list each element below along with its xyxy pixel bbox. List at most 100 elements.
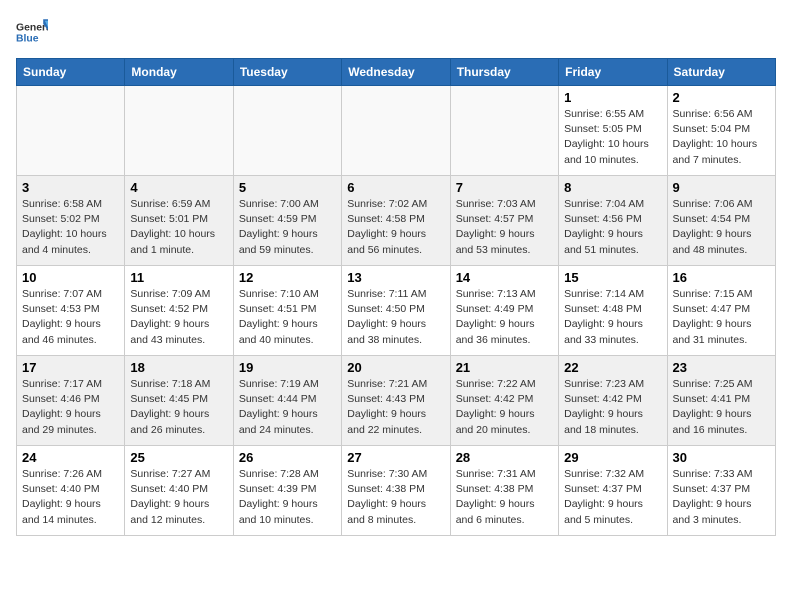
day-of-week-header: Tuesday xyxy=(233,59,341,86)
day-info: Sunrise: 7:06 AM Sunset: 4:54 PM Dayligh… xyxy=(673,197,770,258)
day-number: 3 xyxy=(22,180,119,195)
day-info: Sunrise: 6:55 AM Sunset: 5:05 PM Dayligh… xyxy=(564,107,661,168)
day-info: Sunrise: 7:18 AM Sunset: 4:45 PM Dayligh… xyxy=(130,377,227,438)
day-number: 26 xyxy=(239,450,336,465)
logo: General Blue xyxy=(16,16,48,48)
day-of-week-header: Friday xyxy=(559,59,667,86)
calendar-day-cell xyxy=(450,86,558,176)
calendar-day-cell: 20 Sunrise: 7:21 AM Sunset: 4:43 PM Dayli… xyxy=(342,356,450,446)
day-number: 8 xyxy=(564,180,661,195)
calendar-day-cell: 18 Sunrise: 7:18 AM Sunset: 4:45 PM Dayli… xyxy=(125,356,233,446)
calendar-week-row: 1 Sunrise: 6:55 AM Sunset: 5:05 PM Daylig… xyxy=(17,86,776,176)
day-number: 16 xyxy=(673,270,770,285)
calendar-day-cell: 23 Sunrise: 7:25 AM Sunset: 4:41 PM Dayli… xyxy=(667,356,775,446)
day-number: 17 xyxy=(22,360,119,375)
day-info: Sunrise: 7:30 AM Sunset: 4:38 PM Dayligh… xyxy=(347,467,444,528)
calendar-day-cell: 6 Sunrise: 7:02 AM Sunset: 4:58 PM Daylig… xyxy=(342,176,450,266)
calendar-day-cell: 12 Sunrise: 7:10 AM Sunset: 4:51 PM Dayli… xyxy=(233,266,341,356)
calendar-day-cell xyxy=(233,86,341,176)
day-info: Sunrise: 7:19 AM Sunset: 4:44 PM Dayligh… xyxy=(239,377,336,438)
svg-text:General: General xyxy=(16,22,48,33)
calendar-day-cell: 1 Sunrise: 6:55 AM Sunset: 5:05 PM Daylig… xyxy=(559,86,667,176)
calendar-day-cell: 8 Sunrise: 7:04 AM Sunset: 4:56 PM Daylig… xyxy=(559,176,667,266)
day-info: Sunrise: 7:32 AM Sunset: 4:37 PM Dayligh… xyxy=(564,467,661,528)
calendar-day-cell: 22Sunrise: 7:23 AM Sunset: 4:42 PM Dayli… xyxy=(559,356,667,446)
day-info: Sunrise: 7:33 AM Sunset: 4:37 PM Dayligh… xyxy=(673,467,770,528)
calendar-day-cell: 2Sunrise: 6:56 AM Sunset: 5:04 PM Daylig… xyxy=(667,86,775,176)
calendar-week-row: 3 Sunrise: 6:58 AM Sunset: 5:02 PM Daylig… xyxy=(17,176,776,266)
day-of-week-header: Wednesday xyxy=(342,59,450,86)
calendar-day-cell: 10 Sunrise: 7:07 AM Sunset: 4:53 PM Dayli… xyxy=(17,266,125,356)
day-info: Sunrise: 7:09 AM Sunset: 4:52 PM Dayligh… xyxy=(130,287,227,348)
day-info: Sunrise: 7:28 AM Sunset: 4:39 PM Dayligh… xyxy=(239,467,336,528)
day-info: Sunrise: 6:59 AM Sunset: 5:01 PM Dayligh… xyxy=(130,197,227,258)
svg-text:Blue: Blue xyxy=(16,34,39,45)
day-number: 10 xyxy=(22,270,119,285)
day-info: Sunrise: 7:04 AM Sunset: 4:56 PM Dayligh… xyxy=(564,197,661,258)
calendar-day-cell: 3 Sunrise: 6:58 AM Sunset: 5:02 PM Daylig… xyxy=(17,176,125,266)
day-info: Sunrise: 7:26 AM Sunset: 4:40 PM Dayligh… xyxy=(22,467,119,528)
day-info: Sunrise: 7:14 AM Sunset: 4:48 PM Dayligh… xyxy=(564,287,661,348)
day-info: Sunrise: 7:00 AM Sunset: 4:59 PM Dayligh… xyxy=(239,197,336,258)
day-info: Sunrise: 6:58 AM Sunset: 5:02 PM Dayligh… xyxy=(22,197,119,258)
calendar-day-cell: 16 Sunrise: 7:15 AM Sunset: 4:47 PM Dayli… xyxy=(667,266,775,356)
day-info: Sunrise: 7:02 AM Sunset: 4:58 PM Dayligh… xyxy=(347,197,444,258)
day-of-week-header: Thursday xyxy=(450,59,558,86)
day-info: Sunrise: 7:23 AM Sunset: 4:42 PM Dayligh… xyxy=(564,377,661,438)
calendar-header-row: SundayMondayTuesdayWednesdayThursdayFrid… xyxy=(17,59,776,86)
calendar-day-cell: 14 Sunrise: 7:13 AM Sunset: 4:49 PM Dayli… xyxy=(450,266,558,356)
day-info: Sunrise: 7:27 AM Sunset: 4:40 PM Dayligh… xyxy=(130,467,227,528)
calendar-day-cell: 28 Sunrise: 7:31 AM Sunset: 4:38 PM Dayli… xyxy=(450,446,558,536)
calendar-day-cell: 15 Sunrise: 7:14 AM Sunset: 4:48 PM Dayli… xyxy=(559,266,667,356)
day-info: Sunrise: 7:07 AM Sunset: 4:53 PM Dayligh… xyxy=(22,287,119,348)
day-number: 28 xyxy=(456,450,553,465)
calendar-week-row: 24 Sunrise: 7:26 AM Sunset: 4:40 PM Dayli… xyxy=(17,446,776,536)
calendar-day-cell: 5 Sunrise: 7:00 AM Sunset: 4:59 PM Daylig… xyxy=(233,176,341,266)
day-info: Sunrise: 7:21 AM Sunset: 4:43 PM Dayligh… xyxy=(347,377,444,438)
calendar-table: SundayMondayTuesdayWednesdayThursdayFrid… xyxy=(16,58,776,536)
day-of-week-header: Monday xyxy=(125,59,233,86)
day-number: 6 xyxy=(347,180,444,195)
day-info: Sunrise: 7:10 AM Sunset: 4:51 PM Dayligh… xyxy=(239,287,336,348)
day-number: 12 xyxy=(239,270,336,285)
calendar-day-cell: 11 Sunrise: 7:09 AM Sunset: 4:52 PM Dayli… xyxy=(125,266,233,356)
calendar-day-cell xyxy=(17,86,125,176)
day-number: 14 xyxy=(456,270,553,285)
day-number: 5 xyxy=(239,180,336,195)
day-info: Sunrise: 7:31 AM Sunset: 4:38 PM Dayligh… xyxy=(456,467,553,528)
page-header: General Blue xyxy=(16,16,776,48)
calendar-day-cell: 29Sunrise: 7:32 AM Sunset: 4:37 PM Dayli… xyxy=(559,446,667,536)
calendar-day-cell: 24 Sunrise: 7:26 AM Sunset: 4:40 PM Dayli… xyxy=(17,446,125,536)
day-number: 19 xyxy=(239,360,336,375)
calendar-week-row: 10 Sunrise: 7:07 AM Sunset: 4:53 PM Dayli… xyxy=(17,266,776,356)
calendar-day-cell xyxy=(342,86,450,176)
day-number: 15 xyxy=(564,270,661,285)
day-info: Sunrise: 7:25 AM Sunset: 4:41 PM Dayligh… xyxy=(673,377,770,438)
day-number: 27 xyxy=(347,450,444,465)
calendar-day-cell: 7Sunrise: 7:03 AM Sunset: 4:57 PM Daylig… xyxy=(450,176,558,266)
calendar-day-cell: 21 Sunrise: 7:22 AM Sunset: 4:42 PM Dayli… xyxy=(450,356,558,446)
calendar-day-cell: 27 Sunrise: 7:30 AM Sunset: 4:38 PM Dayli… xyxy=(342,446,450,536)
calendar-day-cell: 4Sunrise: 6:59 AM Sunset: 5:01 PM Daylig… xyxy=(125,176,233,266)
day-number: 13 xyxy=(347,270,444,285)
day-number: 2 xyxy=(673,90,770,105)
logo-icon: General Blue xyxy=(16,16,48,48)
day-number: 30 xyxy=(673,450,770,465)
day-number: 20 xyxy=(347,360,444,375)
day-info: Sunrise: 7:22 AM Sunset: 4:42 PM Dayligh… xyxy=(456,377,553,438)
day-info: Sunrise: 7:11 AM Sunset: 4:50 PM Dayligh… xyxy=(347,287,444,348)
calendar-day-cell: 9Sunrise: 7:06 AM Sunset: 4:54 PM Daylig… xyxy=(667,176,775,266)
day-number: 11 xyxy=(130,270,227,285)
calendar-day-cell: 26 Sunrise: 7:28 AM Sunset: 4:39 PM Dayli… xyxy=(233,446,341,536)
calendar-day-cell xyxy=(125,86,233,176)
day-info: Sunrise: 7:13 AM Sunset: 4:49 PM Dayligh… xyxy=(456,287,553,348)
day-number: 24 xyxy=(22,450,119,465)
day-of-week-header: Saturday xyxy=(667,59,775,86)
day-number: 1 xyxy=(564,90,661,105)
day-info: Sunrise: 7:15 AM Sunset: 4:47 PM Dayligh… xyxy=(673,287,770,348)
calendar-day-cell: 17Sunrise: 7:17 AM Sunset: 4:46 PM Dayli… xyxy=(17,356,125,446)
day-number: 21 xyxy=(456,360,553,375)
calendar-day-cell: 13 Sunrise: 7:11 AM Sunset: 4:50 PM Dayli… xyxy=(342,266,450,356)
day-number: 23 xyxy=(673,360,770,375)
day-number: 18 xyxy=(130,360,227,375)
